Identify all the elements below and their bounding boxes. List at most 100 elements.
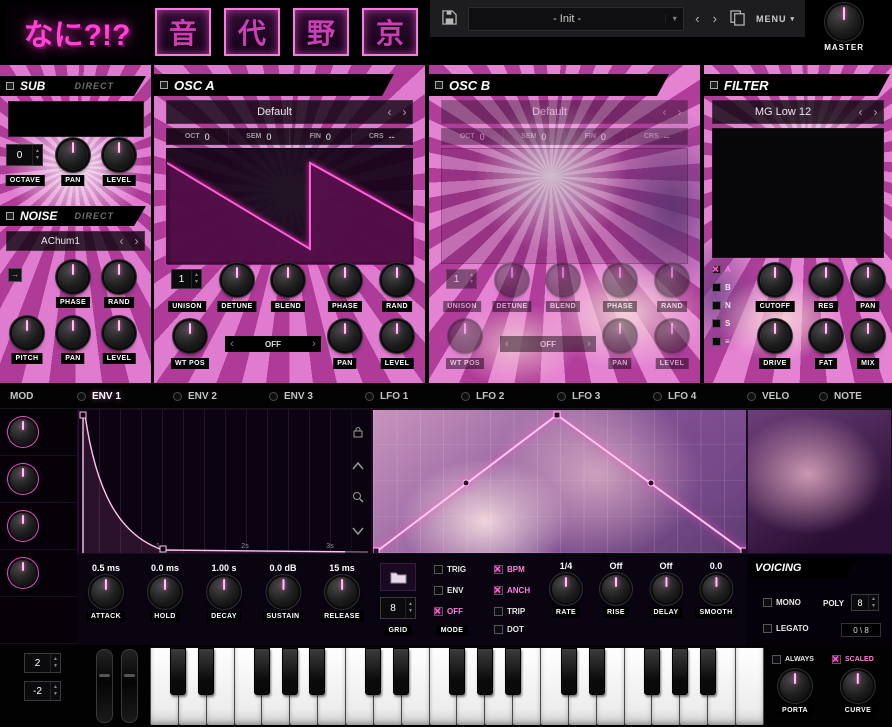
osc-a-morph-selector[interactable]: ‹ OFF › xyxy=(225,336,321,352)
sub-waveform-display[interactable] xyxy=(8,101,144,137)
piano-black-key[interactable] xyxy=(169,648,186,695)
prev-icon[interactable]: ‹ xyxy=(500,338,514,350)
piano-black-key[interactable] xyxy=(476,648,493,695)
filter-input-noise-toggle[interactable]: N xyxy=(712,301,731,310)
copy-button[interactable] xyxy=(728,8,747,30)
checkbox[interactable] xyxy=(434,565,443,574)
mod-amount-knob[interactable] xyxy=(10,560,36,586)
filter-input-a-toggle[interactable]: A xyxy=(712,262,731,276)
lfo-dotted-toggle[interactable]: DOT xyxy=(494,625,524,634)
decay-knob[interactable] xyxy=(209,577,239,607)
osc-b-phase-knob[interactable] xyxy=(605,265,635,295)
checkbox[interactable] xyxy=(434,604,443,618)
piano-black-key[interactable] xyxy=(672,648,689,695)
osc-a-sem-param[interactable]: SEM 0 xyxy=(229,129,290,144)
tab-env-2[interactable]: ENV 2 xyxy=(173,384,269,408)
osc-a-wtpos-knob[interactable] xyxy=(175,321,205,351)
kanji-button-4[interactable]: 京 xyxy=(362,8,418,56)
osc-a-fin-param[interactable]: FIN 0 xyxy=(290,129,352,144)
osc-a-oct-param[interactable]: OCT 0 xyxy=(167,129,229,144)
kanji-button-2[interactable]: 代 xyxy=(224,8,280,56)
noise-preset-selector[interactable]: AChum1 ‹ › xyxy=(6,231,145,251)
osc-b-detune-knob[interactable] xyxy=(497,265,527,295)
next-icon[interactable]: › xyxy=(307,338,321,350)
filter-mix-knob[interactable] xyxy=(853,321,883,351)
magnifier-icon[interactable] xyxy=(352,490,364,508)
lfo-triplet-toggle[interactable]: TRIP xyxy=(494,607,525,616)
filter-enable-checkbox[interactable] xyxy=(710,81,718,89)
sub-level-knob[interactable] xyxy=(104,140,134,170)
noise-phase-knob[interactable] xyxy=(58,262,88,292)
rise-knob[interactable] xyxy=(602,575,630,603)
osc-a-enable-checkbox[interactable] xyxy=(160,81,168,89)
checkbox[interactable] xyxy=(763,624,772,633)
mod-source-handle[interactable] xyxy=(173,391,182,401)
filter-response-display[interactable] xyxy=(712,128,884,258)
pitch-wheel[interactable] xyxy=(96,649,113,723)
piano-black-key[interactable] xyxy=(309,648,326,695)
next-preset-button[interactable]: › xyxy=(711,10,719,27)
osc-a-crs-param[interactable]: CRS -- xyxy=(352,129,413,144)
lfo-bpm-toggle[interactable]: BPM xyxy=(494,562,525,576)
osc-b-pan-knob[interactable] xyxy=(605,321,635,351)
porta-always-toggle[interactable]: ALWAYS xyxy=(772,655,814,664)
tab-lfo-3[interactable]: LFO 3 xyxy=(557,384,653,408)
checkbox[interactable] xyxy=(494,562,503,576)
piano-black-key[interactable] xyxy=(644,648,661,695)
piano-black-key[interactable] xyxy=(560,648,577,695)
bend-down-spinner[interactable]: -2 ▲ ▼ xyxy=(24,681,61,701)
lfo-env-toggle[interactable]: ENV xyxy=(434,586,463,595)
osc-b-wavetable-selector[interactable]: Default ‹ › xyxy=(441,100,688,124)
chevron-down-icon[interactable] xyxy=(352,522,364,540)
legato-toggle[interactable]: LEGATO xyxy=(763,624,809,633)
kanji-button-3[interactable]: 野 xyxy=(293,8,349,56)
mod-wheel[interactable] xyxy=(121,649,138,723)
filter-cutoff-knob[interactable] xyxy=(760,265,790,295)
rate-knob[interactable] xyxy=(551,575,580,603)
tab-env-3[interactable]: ENV 3 xyxy=(269,384,365,408)
stepper-arrows-icon[interactable]: ▲ ▼ xyxy=(466,270,476,288)
next-icon[interactable]: › xyxy=(129,235,144,247)
sub-octave-spinner[interactable]: 0 ▲ ▼ xyxy=(6,144,43,166)
checkbox[interactable] xyxy=(763,598,772,607)
save-button[interactable] xyxy=(440,8,459,29)
mod-amount-knob[interactable] xyxy=(10,419,36,445)
osc-b-fin-param[interactable]: FIN 0 xyxy=(565,129,627,144)
osc-b-level-knob[interactable] xyxy=(657,321,687,351)
stepper-arrows-icon[interactable]: ▲ ▼ xyxy=(32,145,42,165)
next-icon[interactable]: › xyxy=(868,106,883,118)
piano-black-key[interactable] xyxy=(588,648,605,695)
checkbox[interactable] xyxy=(712,319,721,328)
lfo-trig-toggle[interactable]: TRIG xyxy=(434,565,466,574)
filter-input-sub-toggle[interactable]: S xyxy=(712,319,730,328)
piano-black-key[interactable] xyxy=(281,648,298,695)
stepper-arrows-icon[interactable]: ▲ ▼ xyxy=(405,598,415,618)
osc-a-rand-knob[interactable] xyxy=(382,265,412,295)
piano-black-key[interactable] xyxy=(700,648,717,695)
piano-black-key[interactable] xyxy=(504,648,521,695)
porta-knob[interactable] xyxy=(779,671,810,701)
smooth-knob[interactable] xyxy=(702,575,730,603)
master-knob[interactable] xyxy=(827,5,862,39)
mod-source-handle[interactable] xyxy=(77,391,86,401)
sub-enable-checkbox[interactable] xyxy=(6,82,14,90)
env-display[interactable]: 1 2s 3s xyxy=(77,409,372,555)
next-icon[interactable]: › xyxy=(672,106,687,118)
osc-b-oct-param[interactable]: OCT 0 xyxy=(442,129,504,144)
filter-fat-knob[interactable] xyxy=(811,321,841,351)
osc-b-crs-param[interactable]: CRS -- xyxy=(627,129,688,144)
mod-source-handle[interactable] xyxy=(747,391,756,401)
osc-b-unison-spinner[interactable]: 1 ▲ ▼ xyxy=(446,269,477,289)
prev-icon[interactable]: ‹ xyxy=(114,235,129,247)
lfo-grid-spinner[interactable]: 8 ▲ ▼ xyxy=(380,597,416,619)
osc-a-unison-spinner[interactable]: 1 ▲ ▼ xyxy=(171,269,202,289)
checkbox[interactable] xyxy=(712,301,721,310)
checkbox[interactable] xyxy=(494,607,503,616)
mod-amount-knob[interactable] xyxy=(10,466,36,492)
checkbox[interactable] xyxy=(712,283,721,292)
checkbox[interactable] xyxy=(434,586,443,595)
filter-model-selector[interactable]: MG Low 12 ‹ › xyxy=(712,100,884,124)
noise-enable-checkbox[interactable] xyxy=(6,212,14,220)
checkbox[interactable] xyxy=(832,652,841,666)
checkbox[interactable] xyxy=(494,625,503,634)
